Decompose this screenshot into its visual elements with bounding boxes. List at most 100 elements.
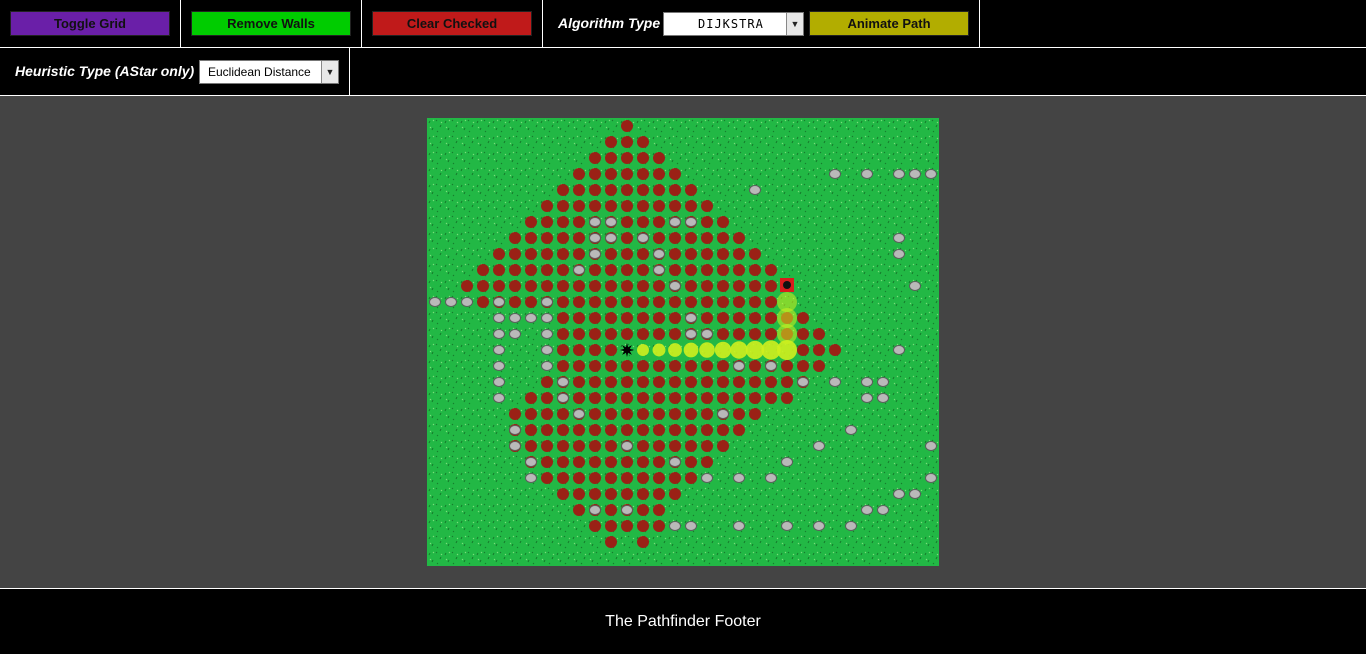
wall-rock[interactable] [685, 217, 697, 227]
wall-rock[interactable] [861, 169, 873, 179]
toggle-grid-button[interactable]: Toggle Grid [10, 11, 170, 36]
goal-node[interactable] [780, 278, 794, 292]
wall-rock[interactable] [909, 281, 921, 291]
wall-rock[interactable] [861, 377, 873, 387]
animate-path-button[interactable]: Animate Path [809, 11, 969, 36]
wall-rock[interactable] [541, 329, 553, 339]
wall-rock[interactable] [637, 233, 649, 243]
wall-rock[interactable] [861, 505, 873, 515]
wall-rock[interactable] [877, 393, 889, 403]
wall-rock[interactable] [541, 345, 553, 355]
wall-rock[interactable] [669, 521, 681, 531]
wall-rock[interactable] [877, 377, 889, 387]
clear-checked-button[interactable]: Clear Checked [372, 11, 532, 36]
wall-rock[interactable] [909, 169, 921, 179]
wall-rock[interactable] [461, 297, 473, 307]
wall-rock[interactable] [685, 329, 697, 339]
wall-rock[interactable] [557, 393, 569, 403]
wall-rock[interactable] [893, 345, 905, 355]
wall-rock[interactable] [621, 505, 633, 515]
wall-rock[interactable] [509, 329, 521, 339]
wall-rock[interactable] [781, 521, 793, 531]
wall-rock[interactable] [701, 473, 713, 483]
checked-node [653, 168, 665, 180]
wall-rock[interactable] [573, 409, 585, 419]
wall-rock[interactable] [845, 521, 857, 531]
wall-rock[interactable] [733, 521, 745, 531]
wall-rock[interactable] [765, 473, 777, 483]
wall-rock[interactable] [893, 249, 905, 259]
wall-rock[interactable] [685, 313, 697, 323]
wall-rock[interactable] [685, 521, 697, 531]
wall-rock[interactable] [589, 249, 601, 259]
wall-rock[interactable] [509, 313, 521, 323]
heuristic-select[interactable]: Euclidean Distance ▼ [199, 60, 339, 84]
wall-rock[interactable] [621, 441, 633, 451]
wall-rock[interactable] [493, 345, 505, 355]
pathfinding-grid[interactable] [427, 118, 939, 566]
wall-rock[interactable] [733, 473, 745, 483]
checked-node [653, 232, 665, 244]
wall-rock[interactable] [797, 377, 809, 387]
wall-rock[interactable] [717, 409, 729, 419]
grid-canvas[interactable] [427, 118, 939, 566]
checked-node [605, 248, 617, 260]
wall-rock[interactable] [605, 233, 617, 243]
wall-rock[interactable] [925, 473, 937, 483]
grass-background [427, 118, 939, 566]
checked-node [557, 216, 569, 228]
wall-rock[interactable] [557, 377, 569, 387]
wall-rock[interactable] [669, 217, 681, 227]
remove-walls-button[interactable]: Remove Walls [191, 11, 351, 36]
wall-rock[interactable] [605, 217, 617, 227]
wall-rock[interactable] [653, 249, 665, 259]
wall-rock[interactable] [925, 441, 937, 451]
wall-rock[interactable] [893, 233, 905, 243]
wall-rock[interactable] [493, 329, 505, 339]
wall-rock[interactable] [813, 441, 825, 451]
heuristic-toolbar: Heuristic Type (AStar only) Euclidean Di… [0, 48, 1366, 96]
wall-rock[interactable] [493, 393, 505, 403]
wall-rock[interactable] [493, 297, 505, 307]
wall-rock[interactable] [829, 377, 841, 387]
wall-rock[interactable] [573, 265, 585, 275]
wall-rock[interactable] [813, 521, 825, 531]
wall-rock[interactable] [765, 361, 777, 371]
wall-rock[interactable] [925, 169, 937, 179]
wall-rock[interactable] [909, 489, 921, 499]
wall-rock[interactable] [669, 457, 681, 467]
wall-rock[interactable] [829, 169, 841, 179]
wall-rock[interactable] [541, 361, 553, 371]
wall-rock[interactable] [525, 313, 537, 323]
wall-rock[interactable] [525, 473, 537, 483]
checked-node [589, 488, 601, 500]
wall-rock[interactable] [525, 457, 537, 467]
wall-rock[interactable] [749, 185, 761, 195]
wall-rock[interactable] [509, 425, 521, 435]
wall-rock[interactable] [493, 361, 505, 371]
wall-rock[interactable] [493, 313, 505, 323]
wall-rock[interactable] [893, 489, 905, 499]
wall-rock[interactable] [589, 505, 601, 515]
wall-rock[interactable] [493, 377, 505, 387]
wall-rock[interactable] [733, 361, 745, 371]
checked-node [701, 376, 713, 388]
wall-rock[interactable] [541, 297, 553, 307]
wall-rock[interactable] [509, 441, 521, 451]
checked-node [685, 248, 697, 260]
wall-rock[interactable] [589, 233, 601, 243]
wall-rock[interactable] [589, 217, 601, 227]
wall-rock[interactable] [877, 505, 889, 515]
algorithm-select[interactable]: DIJKSTRA ▼ [663, 12, 804, 36]
wall-rock[interactable] [781, 457, 793, 467]
checked-node [477, 296, 489, 308]
wall-rock[interactable] [701, 329, 713, 339]
wall-rock[interactable] [669, 281, 681, 291]
wall-rock[interactable] [429, 297, 441, 307]
wall-rock[interactable] [893, 169, 905, 179]
wall-rock[interactable] [861, 393, 873, 403]
wall-rock[interactable] [445, 297, 457, 307]
wall-rock[interactable] [653, 265, 665, 275]
wall-rock[interactable] [845, 425, 857, 435]
wall-rock[interactable] [541, 313, 553, 323]
